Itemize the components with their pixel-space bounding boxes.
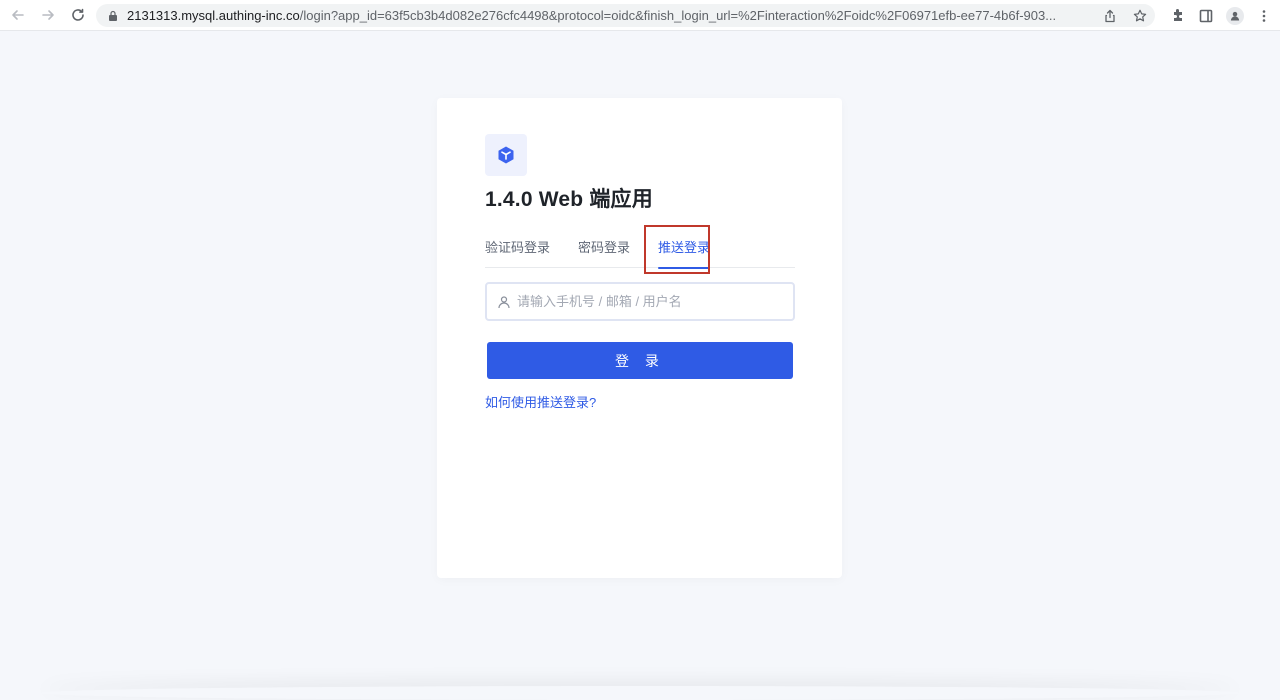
user-icon: [497, 295, 511, 309]
profile-button[interactable]: [1226, 7, 1244, 25]
account-field: [485, 282, 795, 321]
forward-button[interactable]: [36, 3, 60, 27]
tab-password[interactable]: 密码登录: [578, 236, 630, 268]
login-method-tabs: 验证码登录 密码登录 推送登录: [485, 236, 795, 268]
address-bar-actions: [1097, 4, 1147, 27]
back-button[interactable]: [6, 3, 30, 27]
app-title: 1.4.0 Web 端应用: [485, 183, 653, 213]
more-vert-icon: [1256, 8, 1272, 24]
browser-actions: [1170, 0, 1272, 31]
account-input[interactable]: [517, 294, 777, 309]
share-icon[interactable]: [1103, 9, 1117, 23]
url-path: /login?app_id=63f5cb3b4d082e276cfc4498&p…: [300, 8, 1056, 23]
address-bar[interactable]: 2131313.mysql.authing-inc.co/login?app_i…: [96, 4, 1155, 27]
side-panel-icon: [1198, 8, 1214, 24]
extensions-button[interactable]: [1170, 8, 1186, 24]
arrow-left-icon: [10, 7, 26, 23]
star-icon[interactable]: [1133, 9, 1147, 23]
login-button[interactable]: 登 录: [487, 342, 793, 379]
cube-icon: [496, 145, 516, 165]
reload-button[interactable]: [66, 3, 90, 27]
chrome-menu-button[interactable]: [1256, 8, 1272, 24]
app-logo: [485, 134, 527, 176]
url-host: 2131313.mysql.authing-inc.co: [127, 8, 300, 23]
lock-icon: [107, 10, 119, 22]
puzzle-icon: [1170, 8, 1186, 24]
tab-push[interactable]: 推送登录: [658, 236, 710, 268]
window-bottom-edge: [40, 686, 1240, 700]
tab-verification-code[interactable]: 验证码登录: [485, 236, 550, 268]
profile-icon: [1229, 10, 1241, 22]
push-login-help-link[interactable]: 如何使用推送登录?: [485, 392, 596, 411]
side-panel-button[interactable]: [1198, 8, 1214, 24]
reload-icon: [70, 7, 86, 23]
browser-toolbar: 2131313.mysql.authing-inc.co/login?app_i…: [0, 0, 1280, 31]
login-card: 1.4.0 Web 端应用 验证码登录 密码登录 推送登录 登 录 如何使用推送…: [437, 98, 842, 578]
arrow-right-icon: [40, 7, 56, 23]
